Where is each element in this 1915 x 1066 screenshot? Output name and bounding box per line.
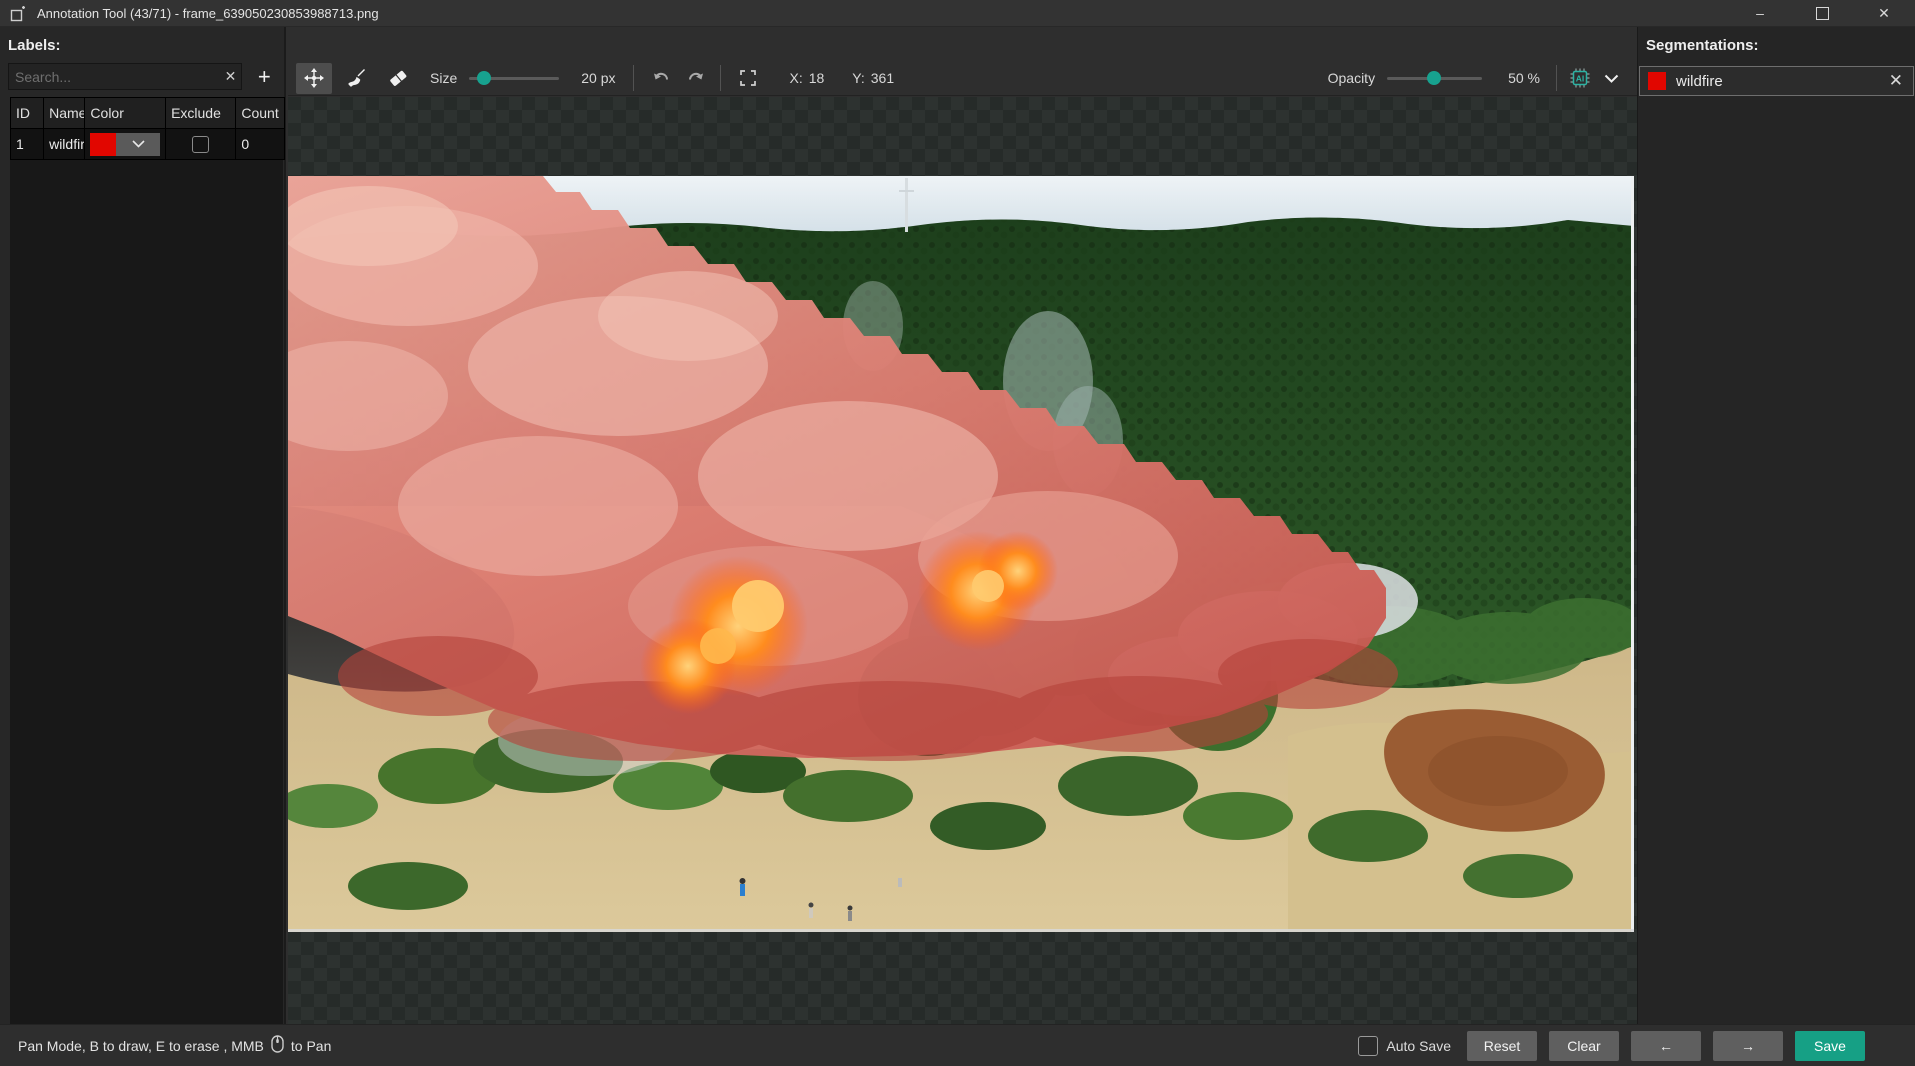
chevron-down-icon xyxy=(116,133,160,156)
header-count: Count xyxy=(236,98,285,129)
toolbar-separator xyxy=(1556,65,1557,91)
segmentation-list-item[interactable]: wildfire ✕ xyxy=(1639,66,1914,96)
annotation-canvas[interactable] xyxy=(288,97,1637,1024)
size-slider-handle[interactable] xyxy=(477,71,491,85)
undo-icon xyxy=(652,70,671,86)
search-clear-icon[interactable]: ✕ xyxy=(219,68,241,85)
header-exclude: Exclude xyxy=(166,98,236,129)
status-hint-prefix: Pan Mode, B to draw, E to erase , MMB xyxy=(18,1038,264,1054)
y-label: Y: xyxy=(852,70,864,86)
maximize-icon xyxy=(1816,7,1829,20)
minimize-button[interactable]: – xyxy=(1729,0,1791,26)
toolbar-separator xyxy=(633,65,634,91)
eraser-icon xyxy=(387,67,409,89)
eraser-tool-button[interactable] xyxy=(380,63,416,94)
reset-button[interactable]: Reset xyxy=(1467,1031,1537,1061)
labels-table: ID Name Color Exclude Count 1 wildfire xyxy=(10,97,285,160)
label-search-box: ✕ xyxy=(8,63,242,90)
size-value: 20 px xyxy=(581,70,615,86)
color-swatch xyxy=(90,133,116,156)
photo-bottom-edge xyxy=(288,929,1634,932)
next-frame-button[interactable]: → xyxy=(1713,1031,1783,1061)
ai-dropdown-button[interactable] xyxy=(1595,63,1627,94)
label-exclude-cell xyxy=(166,129,236,160)
opacity-slider[interactable] xyxy=(1387,71,1482,85)
brush-icon xyxy=(345,67,367,89)
save-button[interactable]: Save xyxy=(1795,1031,1865,1061)
toolbar: Size 20 px X: 18 Y: xyxy=(288,61,1637,96)
cursor-coordinates: X: 18 Y: 361 xyxy=(789,70,900,86)
segmentations-panel: Segmentations: wildfire ✕ xyxy=(1637,27,1915,1024)
opacity-value: 50 % xyxy=(1508,70,1540,86)
auto-save-control: Auto Save xyxy=(1358,1036,1451,1056)
annotated-image[interactable] xyxy=(288,176,1634,932)
ai-chip-icon: AI xyxy=(1569,67,1591,89)
labels-heading: Labels: xyxy=(0,27,284,54)
auto-save-checkbox[interactable] xyxy=(1358,1036,1378,1056)
labels-table-header: ID Name Color Exclude Count xyxy=(11,98,285,129)
header-color: Color xyxy=(85,98,166,129)
previous-frame-button[interactable]: ← xyxy=(1631,1031,1701,1061)
labels-search-row: ✕ + xyxy=(8,62,280,91)
fit-view-icon xyxy=(739,69,757,87)
ai-assist-button[interactable]: AI xyxy=(1565,63,1595,94)
window-controls: – ✕ xyxy=(1729,0,1915,26)
fit-view-button[interactable] xyxy=(733,63,763,94)
brush-tool-button[interactable] xyxy=(338,63,374,94)
add-label-button[interactable]: + xyxy=(248,62,280,91)
label-id-cell: 1 xyxy=(11,129,44,160)
header-name: Name xyxy=(44,98,85,129)
title-bar: Annotation Tool (43/71) - frame_63905023… xyxy=(0,0,1915,27)
color-dropdown[interactable] xyxy=(90,133,160,156)
chevron-down-icon xyxy=(1604,74,1619,83)
x-label: X: xyxy=(789,70,802,86)
remove-segmentation-icon[interactable]: ✕ xyxy=(1889,71,1903,91)
maximize-button[interactable] xyxy=(1791,0,1853,26)
bottom-actions: Auto Save Reset Clear ← → Save xyxy=(1358,1031,1865,1061)
exclude-checkbox[interactable] xyxy=(192,136,209,153)
labels-panel: Labels: ✕ + ID Name Color Exclude Count xyxy=(0,27,286,1024)
header-id: ID xyxy=(11,98,44,129)
label-color-cell xyxy=(85,129,166,160)
clear-button[interactable]: Clear xyxy=(1549,1031,1619,1061)
segmentation-color-swatch xyxy=(1648,72,1666,90)
app-icon xyxy=(10,5,27,22)
segmentation-label: wildfire xyxy=(1676,73,1723,90)
svg-text:AI: AI xyxy=(1576,74,1585,84)
label-name-cell[interactable]: wildfire xyxy=(44,129,85,160)
photo-right-edge xyxy=(1631,176,1634,932)
x-value: 18 xyxy=(809,70,825,86)
redo-icon xyxy=(686,70,705,86)
window-title: Annotation Tool (43/71) - frame_63905023… xyxy=(37,6,379,21)
label-count-cell: 0 xyxy=(236,129,285,160)
opacity-slider-handle[interactable] xyxy=(1427,71,1441,85)
segmentations-heading: Segmentations: xyxy=(1638,27,1915,54)
opacity-label: Opacity xyxy=(1328,70,1375,86)
status-bar: Pan Mode, B to draw, E to erase , MMB to… xyxy=(0,1024,1915,1066)
annotation-tool-window: Annotation Tool (43/71) - frame_63905023… xyxy=(0,0,1915,1066)
mouse-icon xyxy=(271,1035,284,1056)
pan-icon xyxy=(303,67,325,89)
redo-button[interactable] xyxy=(680,63,710,94)
labels-table-area: ID Name Color Exclude Count 1 wildfire xyxy=(10,97,283,1024)
pan-tool-button[interactable] xyxy=(296,63,332,94)
close-button[interactable]: ✕ xyxy=(1853,0,1915,26)
toolbar-separator xyxy=(720,65,721,91)
auto-save-label: Auto Save xyxy=(1386,1038,1451,1054)
size-label: Size xyxy=(430,70,457,86)
y-value: 361 xyxy=(871,70,894,86)
label-search-input[interactable] xyxy=(9,69,219,85)
table-row[interactable]: 1 wildfire 0 xyxy=(11,129,285,160)
opacity-controls: Opacity 50 % AI xyxy=(1328,63,1637,94)
brush-size-slider[interactable] xyxy=(469,71,559,85)
status-hint-suffix: to Pan xyxy=(291,1038,331,1054)
status-hint: Pan Mode, B to draw, E to erase , MMB to… xyxy=(18,1035,331,1056)
undo-button[interactable] xyxy=(646,63,676,94)
